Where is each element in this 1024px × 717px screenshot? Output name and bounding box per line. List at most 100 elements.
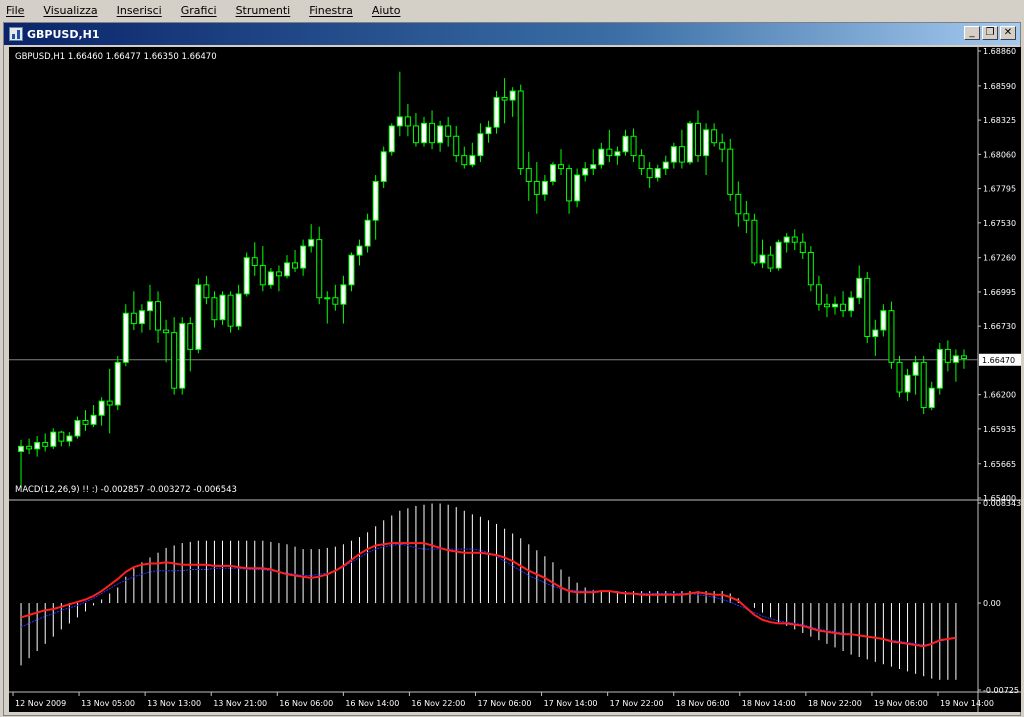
candle — [412, 113, 419, 147]
candle — [316, 226, 323, 305]
candle-body — [50, 431, 57, 447]
candle-body — [541, 180, 548, 195]
candle-body — [727, 148, 734, 195]
menu-inserisci[interactable]: Inserisci — [115, 3, 164, 18]
close-button[interactable]: ✕ — [1000, 26, 1016, 40]
candle-body — [856, 277, 863, 299]
current-price-label: 1.66470 — [982, 356, 1015, 365]
candle-body — [952, 355, 959, 363]
price-tick-label: 1.65935 — [983, 425, 1016, 434]
menu-strumenti[interactable]: Strumenti — [234, 3, 293, 18]
menu-finestra[interactable]: Finestra — [307, 3, 355, 18]
x-tick-label: 17 Nov 06:00 — [478, 699, 532, 708]
candle — [960, 349, 967, 369]
candle-body — [662, 161, 669, 170]
candle — [783, 233, 790, 253]
candle-body — [582, 168, 589, 176]
x-tick-label: 18 Nov 06:00 — [676, 699, 730, 708]
price-tick-label: 1.66995 — [983, 288, 1016, 297]
candle — [920, 355, 927, 415]
candle-body — [275, 271, 282, 277]
candle-body — [630, 135, 637, 157]
candle-body — [469, 155, 476, 166]
candle-body — [219, 294, 226, 321]
restore-button[interactable]: ❐ — [982, 26, 998, 40]
candle-body — [372, 180, 379, 221]
candle — [50, 428, 57, 449]
axes: 1.68860 1.68590 1.68325 1.68060 1.67795 1.675… — [9, 47, 1021, 712]
candle — [211, 291, 218, 328]
chart-title-bar[interactable]: GBPUSD,H1 _ ❐ ✕ — [4, 23, 1020, 45]
candle-body — [316, 239, 323, 299]
menu-visualizza[interactable]: Visualizza — [41, 3, 99, 18]
chart-svg: 1.68860 1.68590 1.68325 1.68060 1.67795 1.675… — [9, 47, 1021, 712]
candle-body — [525, 168, 532, 182]
candle-body — [404, 116, 411, 127]
x-tick-label: 12 Nov 2009 — [15, 699, 66, 708]
candle-body — [235, 293, 242, 327]
candle-body — [429, 122, 436, 144]
candle — [711, 123, 718, 147]
candle-body — [783, 236, 790, 243]
candle-body — [380, 151, 387, 182]
candle-body — [461, 155, 468, 166]
candle-body — [122, 312, 129, 363]
candle — [662, 155, 669, 176]
candle — [243, 252, 250, 297]
chart-window: GBPUSD,H1 _ ❐ ✕ 1.68860 1.68590 1.68325 1.6… — [3, 22, 1021, 716]
candle — [856, 265, 863, 305]
menu-grafici[interactable]: Grafici — [179, 3, 219, 18]
candle — [42, 433, 49, 452]
candle — [404, 103, 411, 137]
candle — [356, 239, 363, 266]
candle-body — [960, 355, 967, 359]
candle-body — [823, 303, 830, 308]
candle-body — [332, 297, 339, 305]
candle-body — [533, 180, 540, 195]
candle-body — [146, 301, 153, 312]
candle-body — [848, 297, 855, 312]
candle-body — [445, 125, 452, 137]
candle-body — [243, 257, 250, 295]
candle — [509, 87, 516, 117]
candle — [630, 128, 637, 163]
candle-body — [888, 310, 895, 363]
candle — [815, 275, 822, 311]
candle-body — [904, 374, 911, 393]
candle — [743, 200, 750, 234]
price-tick-label: 1.67260 — [983, 254, 1016, 263]
candle — [66, 432, 73, 447]
candle — [944, 340, 951, 372]
candle-body — [324, 297, 331, 300]
price-tick-label: 1.67530 — [983, 219, 1016, 228]
candle — [493, 91, 500, 134]
candle — [461, 146, 468, 169]
menu-aiuto[interactable]: Aiuto — [370, 3, 403, 18]
minimize-button[interactable]: _ — [964, 26, 980, 40]
price-tick-label: 1.68860 — [983, 47, 1016, 56]
candle — [646, 162, 653, 188]
price-panel-header: GBPUSD,H1 1.66460 1.66477 1.66350 1.6647… — [15, 52, 217, 62]
candle — [227, 291, 234, 333]
candle — [146, 284, 153, 331]
candle — [703, 123, 710, 176]
candle — [832, 296, 839, 315]
candle-body — [98, 400, 105, 416]
candle — [429, 110, 436, 150]
candle — [823, 293, 830, 318]
candle — [695, 110, 702, 163]
candle — [163, 319, 170, 363]
candle — [348, 252, 355, 292]
candle — [340, 275, 347, 324]
candle — [171, 317, 178, 395]
candle-body — [767, 254, 774, 269]
candle-body — [171, 332, 178, 389]
candle-body — [356, 245, 363, 256]
chart-area[interactable]: 1.68860 1.68590 1.68325 1.68060 1.67795 1.675… — [9, 47, 1021, 712]
candle — [880, 304, 887, 337]
chart-window-icon[interactable] — [9, 27, 23, 41]
candle — [936, 342, 943, 395]
x-tick-label: 19 Nov 06:00 — [874, 699, 928, 708]
menu-file[interactable]: File — [4, 3, 26, 18]
candle — [82, 410, 89, 431]
